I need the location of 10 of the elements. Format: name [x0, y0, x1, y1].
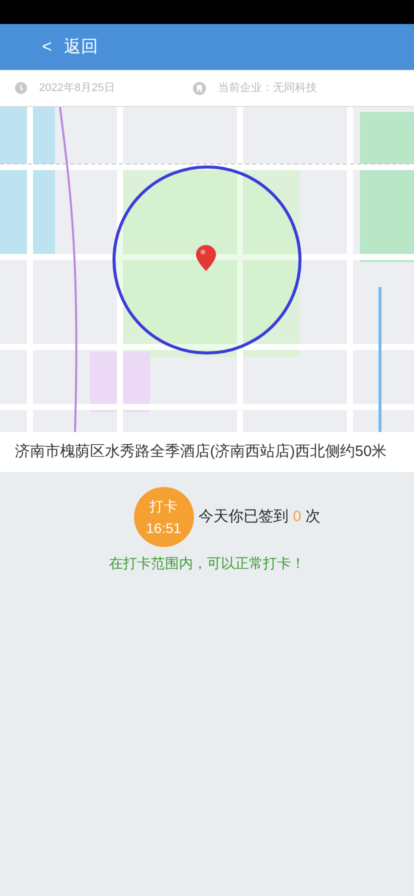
location-pin-icon [196, 245, 216, 271]
building-icon [193, 82, 206, 94]
back-button[interactable]: < 返回 [42, 34, 98, 60]
checkin-count-text: 今天你已签到 0 次 [198, 506, 320, 527]
punch-button[interactable]: 打卡 16:51 [134, 487, 194, 547]
clock-icon [15, 82, 27, 94]
date-text: 2022年8月25日 [39, 80, 115, 96]
address-text: 济南市槐荫区水秀路全季酒店(济南西站店)西北侧约50米 [15, 442, 387, 462]
range-status-text: 在打卡范围内，可以正常打卡！ [109, 554, 305, 573]
company-text: 当前企业：无同科技 [218, 80, 317, 96]
